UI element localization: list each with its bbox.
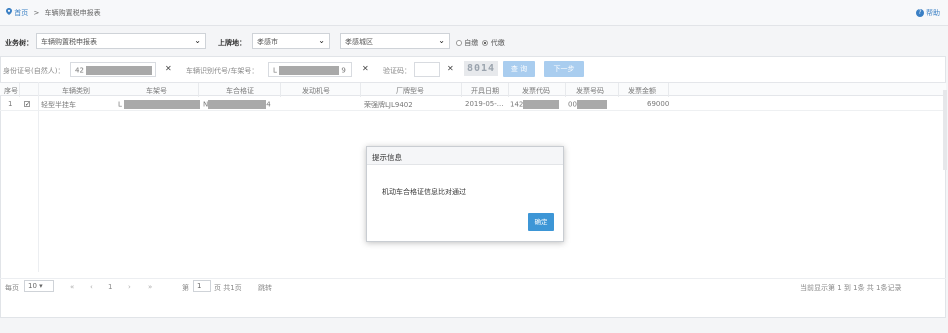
chevron-down-icon: ⌄	[194, 36, 201, 45]
row-certificate: N4	[203, 100, 271, 109]
id-number-input[interactable]: 42	[70, 62, 156, 77]
table-row[interactable]: 1 ✓ 轻型半挂车 L N4 荣强牌LJL9402 2019-05-... 14…	[0, 97, 946, 111]
dialog-message: 机动车合格证信息比对通过	[382, 188, 466, 196]
district-value: 孝感城区	[345, 38, 373, 46]
redaction-mask	[208, 100, 267, 109]
record-summary: 当前显示第 1 到 1条 共 1条记录	[800, 284, 902, 292]
column-header: 开具日期	[471, 87, 499, 95]
radio-self-pay[interactable]	[456, 40, 462, 46]
row-index: 1	[8, 100, 13, 108]
help-link[interactable]: ? 帮助	[916, 8, 940, 18]
captcha-label: 验证码：	[383, 67, 411, 75]
pagination-bar: 每页 10 ▾ « ‹ 1 › » 第 1 页 共1页 跳转 当前显示第 1 到…	[0, 278, 946, 294]
breadcrumb: 首页 > 车辆购置税申报表	[6, 8, 101, 18]
breadcrumb-current: 车辆购置税申报表	[44, 9, 101, 17]
row-checkbox[interactable]: ✓	[24, 100, 30, 108]
radio-agent-pay[interactable]	[482, 40, 489, 46]
row-date: 2019-05-...	[465, 100, 504, 108]
ok-button[interactable]: 确定	[528, 213, 554, 231]
page-number-input[interactable]: 1	[193, 280, 211, 292]
current-page-number: 1	[108, 283, 113, 291]
top-bar: 首页 > 车辆购置税申报表 ? 帮助	[0, 0, 948, 26]
chevron-down-icon: ▾	[39, 282, 43, 290]
radio-agent-label: 代缴	[490, 39, 505, 47]
column-header: 厂牌型号	[396, 87, 424, 95]
column-header: 发票金额	[628, 87, 656, 95]
row-category: 轻型半挂车	[41, 101, 76, 109]
redaction-mask	[86, 66, 153, 75]
help-circle-icon: ?	[916, 9, 924, 17]
id-number-label: 身份证号(自然人)：	[3, 67, 65, 75]
vin-input[interactable]: L 9	[268, 62, 352, 77]
jump-button[interactable]: 跳转	[258, 283, 272, 293]
clear-id-close-icon[interactable]: ✕	[165, 64, 172, 73]
captcha-input[interactable]	[414, 62, 440, 77]
column-header: 车合格证	[226, 87, 254, 95]
page-suffix: 页 共1页	[214, 284, 242, 292]
breadcrumb-separator: >	[33, 9, 40, 17]
chevron-down-icon: ⌄	[438, 36, 445, 45]
query-button[interactable]: 查 询	[503, 61, 535, 77]
city-value: 孝感市	[257, 38, 278, 46]
filter-row: 业务树： 车辆购置税申报表 ⌄ 上牌地： 孝感市 ⌄ 孝感城区 ⌄ 自缴 代缴	[0, 30, 948, 52]
next-page-icon[interactable]: ›	[128, 283, 131, 291]
row-invoice-code: 142	[510, 100, 560, 109]
scrollbar[interactable]	[943, 90, 947, 170]
row-vin: L	[118, 100, 200, 109]
table-header: 序号 车辆类别 车架号 车合格证 发动机号 厂牌型号 开具日期 发票代码 发票号…	[0, 82, 946, 97]
info-dialog: 提示信息 机动车合格证信息比对通过 确定	[366, 146, 564, 242]
help-label: 帮助	[926, 9, 940, 17]
breadcrumb-home-link[interactable]: 首页	[14, 9, 28, 17]
clear-vin-close-icon[interactable]: ✕	[362, 64, 369, 73]
column-header: 车辆类别	[62, 87, 90, 95]
page-prefix: 第	[182, 284, 189, 292]
business-type-select[interactable]: 车辆购置税申报表 ⌄	[36, 33, 206, 49]
row-invoice-no: 00	[568, 100, 607, 109]
redaction-mask	[123, 100, 200, 109]
prev-page-icon[interactable]: ‹	[90, 283, 93, 291]
column-header: 发票号码	[576, 87, 604, 95]
business-type-label: 业务树：	[5, 39, 33, 47]
row-amount: 69000	[647, 100, 670, 108]
redaction-mask	[576, 100, 607, 109]
district-select[interactable]: 孝感城区 ⌄	[340, 33, 450, 49]
column-header: 发票代码	[522, 87, 550, 95]
column-header: 序号	[4, 87, 18, 95]
captcha-image[interactable]: 8014	[464, 61, 499, 76]
clear-captcha-close-icon[interactable]: ✕	[447, 64, 454, 73]
per-page-select[interactable]: 10 ▾	[24, 280, 54, 292]
id-number-prefix: 42	[75, 66, 84, 75]
last-page-icon[interactable]: »	[148, 283, 152, 291]
row-model: 荣强牌LJL9402	[364, 101, 413, 109]
payment-type-radios: 自缴 代缴	[456, 38, 505, 48]
vin-label: 车辆识别代号/车架号：	[186, 67, 259, 75]
city-select[interactable]: 孝感市 ⌄	[252, 33, 330, 49]
first-page-icon[interactable]: «	[70, 283, 74, 291]
map-pin-icon	[6, 8, 12, 15]
radio-self-label: 自缴	[464, 39, 479, 47]
redaction-mask	[279, 66, 340, 75]
chevron-down-icon: ⌄	[318, 36, 325, 45]
business-type-value: 车辆购置税申报表	[41, 38, 97, 46]
search-row: 身份证号(自然人)： 42 ✕ 车辆识别代号/车架号： L 9 ✕ 验证码： ✕…	[0, 58, 948, 80]
dialog-title: 提示信息	[367, 147, 563, 165]
redaction-mask	[523, 100, 560, 109]
location-label: 上牌地：	[218, 39, 246, 47]
per-page-label: 每页	[5, 284, 19, 292]
vin-suffix: 9	[341, 66, 346, 75]
column-header: 车架号	[146, 87, 167, 95]
column-header: 发动机号	[302, 87, 330, 95]
next-step-button[interactable]: 下一步	[544, 61, 584, 77]
vin-prefix: L	[273, 66, 277, 75]
